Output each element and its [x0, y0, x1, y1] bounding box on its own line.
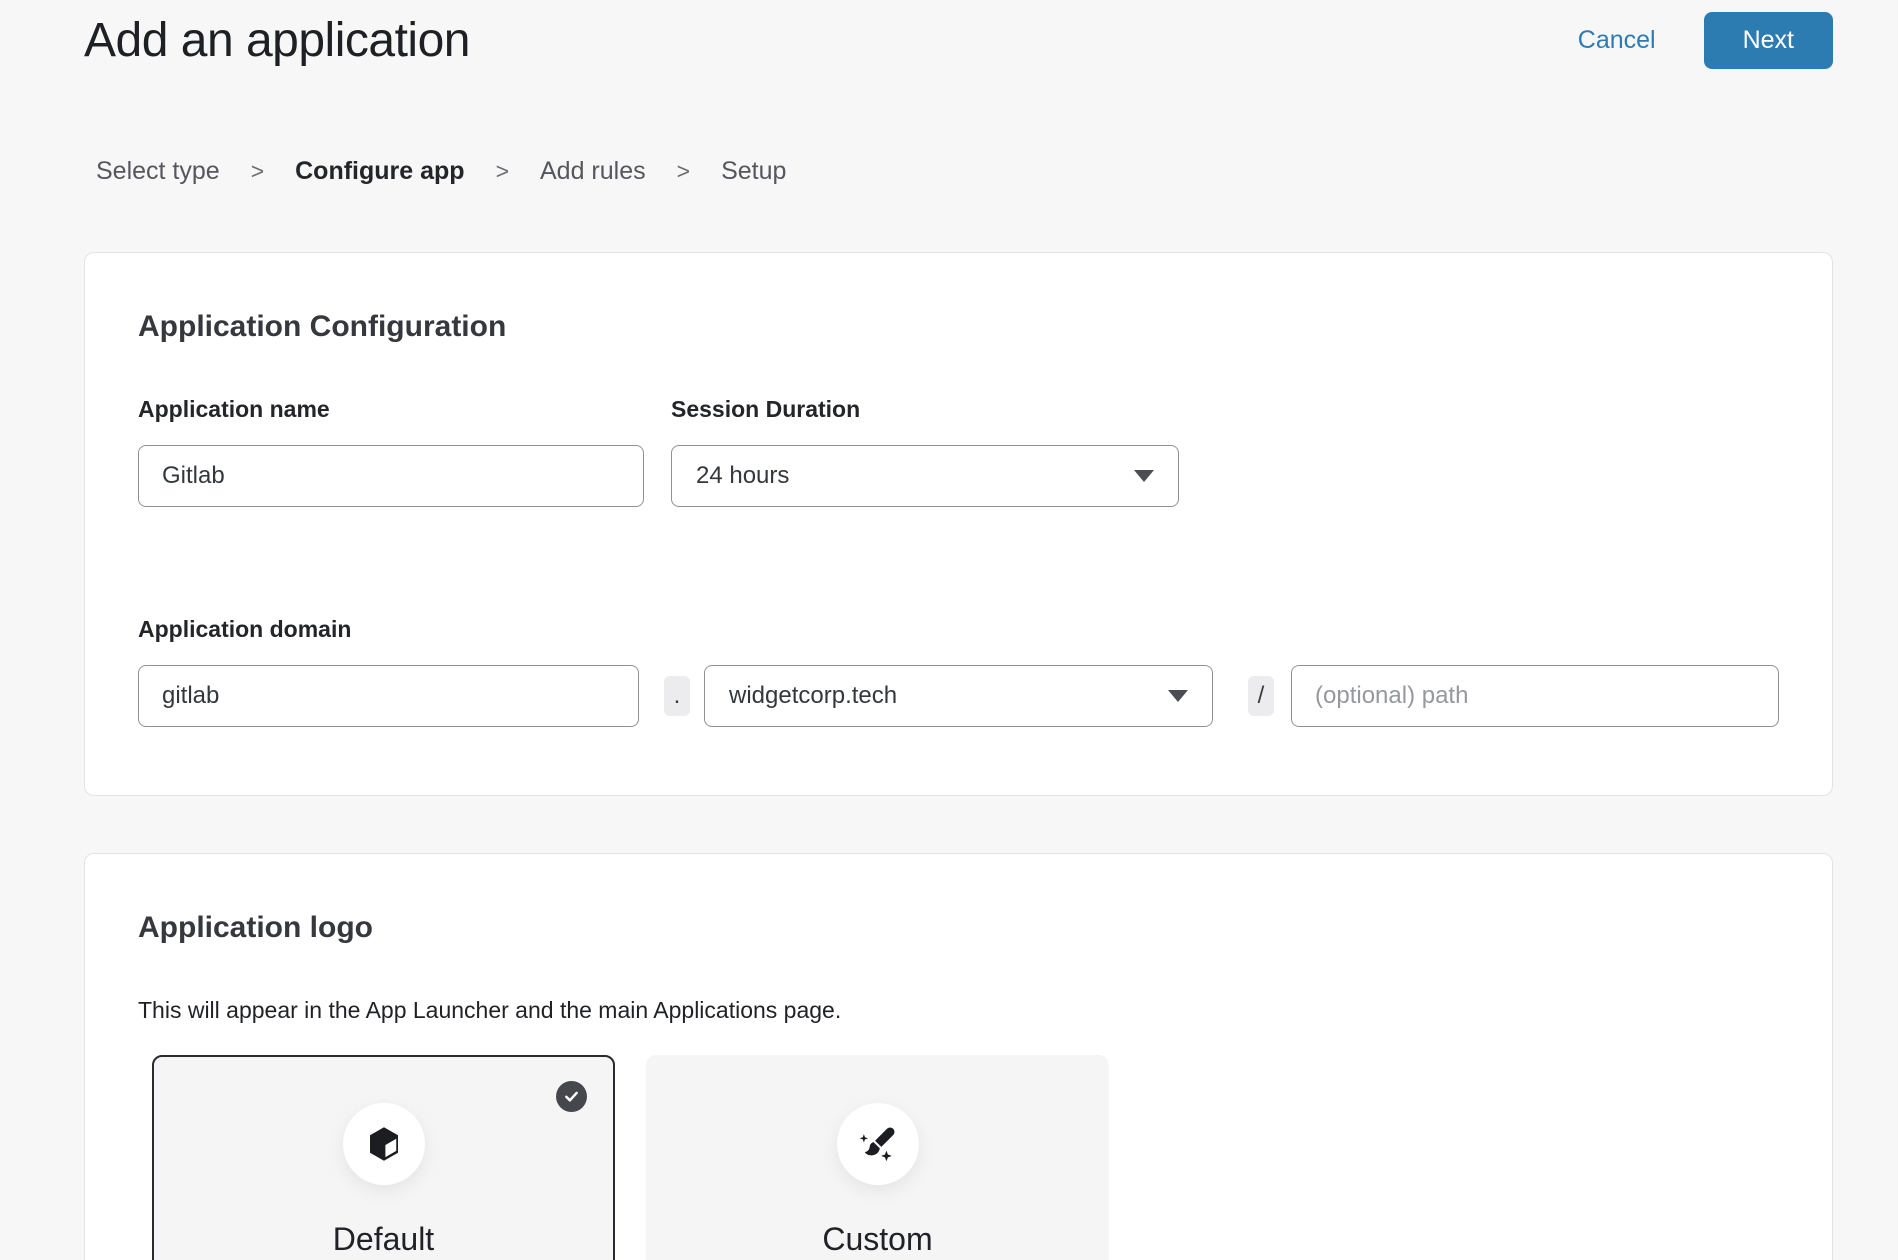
application-name-field-group: Application name	[138, 395, 644, 507]
subdomain-input[interactable]	[138, 665, 639, 727]
custom-logo-circle	[837, 1103, 919, 1185]
paintbrush-icon	[856, 1122, 900, 1166]
name-session-row: Application name Session Duration 24 hou…	[138, 395, 1779, 507]
session-duration-field-group: Session Duration 24 hours	[671, 395, 1179, 507]
page-header: Add an application Cancel Next	[0, 0, 1898, 69]
default-logo-circle	[343, 1103, 425, 1185]
next-button[interactable]: Next	[1704, 12, 1833, 69]
breadcrumb-step-add-rules[interactable]: Add rules	[540, 157, 646, 186]
header-actions: Cancel Next	[1578, 12, 1833, 69]
session-duration-select[interactable]: 24 hours	[671, 445, 1179, 507]
domain-select[interactable]: widgetcorp.tech	[704, 665, 1213, 727]
check-icon	[562, 1087, 581, 1106]
logo-option-label: Default	[333, 1221, 434, 1258]
slash-separator: /	[1248, 676, 1274, 716]
breadcrumb: Select type > Configure app > Add rules …	[96, 157, 1898, 186]
logo-option-label: Custom	[822, 1221, 932, 1258]
chevron-down-icon	[1134, 470, 1154, 482]
cube-icon	[363, 1123, 405, 1165]
application-logo-description: This will appear in the App Launcher and…	[138, 996, 1779, 1025]
dot-separator: .	[664, 676, 690, 716]
session-duration-label: Session Duration	[671, 395, 1179, 423]
selected-check-badge	[556, 1081, 587, 1112]
application-name-label: Application name	[138, 395, 644, 423]
domain-value: widgetcorp.tech	[729, 682, 897, 710]
breadcrumb-separator: >	[677, 158, 690, 185]
breadcrumb-separator: >	[496, 158, 509, 185]
application-configuration-card: Application Configuration Application na…	[84, 252, 1833, 796]
application-logo-heading: Application logo	[138, 910, 1779, 946]
session-duration-value: 24 hours	[696, 462, 789, 490]
application-domain-label: Application domain	[138, 615, 1779, 643]
page-title: Add an application	[84, 13, 470, 68]
application-logo-card: Application logo This will appear in the…	[84, 853, 1833, 1260]
breadcrumb-step-configure-app[interactable]: Configure app	[295, 157, 464, 186]
breadcrumb-separator: >	[251, 158, 264, 185]
logo-option-custom[interactable]: Custom	[646, 1055, 1109, 1260]
logo-option-tiles: Default Custom	[152, 1055, 1779, 1260]
path-input[interactable]	[1291, 665, 1779, 727]
logo-option-default[interactable]: Default	[152, 1055, 615, 1260]
breadcrumb-step-setup[interactable]: Setup	[721, 157, 786, 186]
breadcrumb-step-select-type[interactable]: Select type	[96, 157, 220, 186]
application-name-input[interactable]	[138, 445, 644, 507]
application-domain-row: . widgetcorp.tech /	[138, 665, 1779, 727]
chevron-down-icon	[1168, 690, 1188, 702]
cancel-button[interactable]: Cancel	[1578, 26, 1656, 55]
application-configuration-heading: Application Configuration	[138, 309, 1779, 345]
